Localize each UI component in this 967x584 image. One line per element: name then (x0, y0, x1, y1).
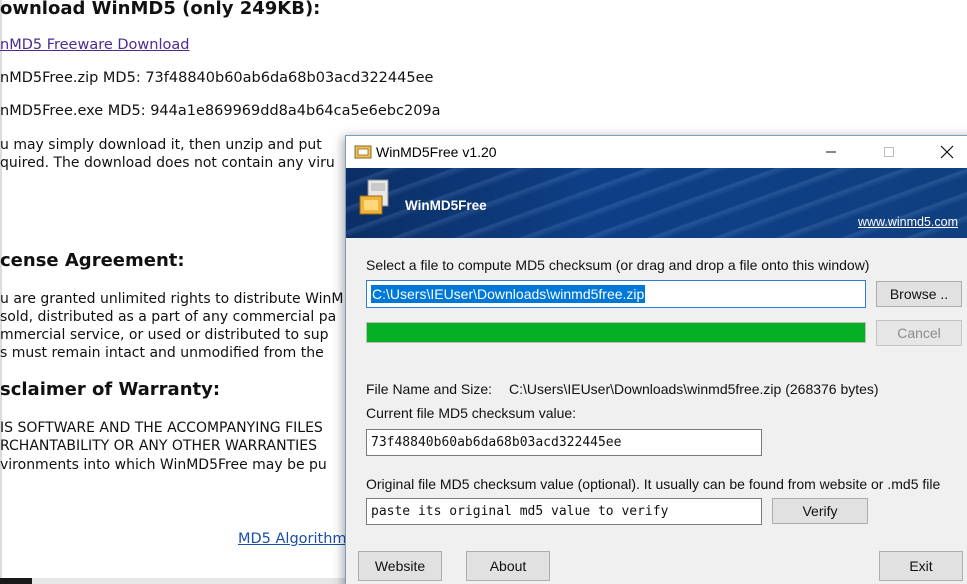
page-bottom-dark-segment (0, 578, 32, 584)
disclaimer-line-1: IS SOFTWARE AND THE ACCOMPANYING FILES (0, 420, 323, 436)
download-heading: ownload WinMD5 (only 249KB): (0, 0, 321, 19)
minimize-icon (826, 151, 836, 153)
file-name-size-label: File Name and Size: (366, 381, 493, 397)
description-line-2: quired. The download does not contain an… (0, 155, 335, 171)
minimize-button[interactable] (808, 136, 854, 168)
file-path-input[interactable]: C:\Users\IEUser\Downloads\winmd5free.zip (366, 280, 866, 308)
disclaimer-line-2: RCHANTABILITY OR ANY OTHER WARRANTIES (0, 438, 318, 454)
exe-md5-line: nMD5Free.exe MD5: 944a1e869969dd8a4b64ca… (0, 103, 441, 119)
exit-button[interactable]: Exit (879, 551, 963, 581)
about-button[interactable]: About (466, 551, 550, 581)
maximize-button[interactable] (866, 136, 912, 168)
website-button[interactable]: Website (358, 551, 442, 581)
license-heading: cense Agreement: (0, 250, 185, 271)
progress-bar-fill (367, 323, 865, 342)
current-md5-label: Current file MD5 checksum value: (366, 405, 577, 421)
file-name-size-value: C:\Users\IEUser\Downloads\winmd5free.zip… (509, 381, 879, 397)
cancel-button[interactable]: Cancel (876, 320, 962, 346)
select-file-label: Select a file to compute MD5 checksum (o… (366, 257, 870, 273)
banner-app-name: WinMD5Free (405, 198, 487, 213)
maximize-icon (884, 147, 894, 157)
winmd5free-window: WinMD5Free v1.20 WinMD5Free www.winmd5.c… (345, 135, 967, 584)
freeware-download-link[interactable]: nMD5 Freeware Download (0, 37, 189, 53)
disclaimer-heading: sclaimer of Warranty: (0, 379, 221, 400)
current-md5-field[interactable]: 73f48840b60ab6da68b03acd322445ee (366, 429, 762, 456)
license-line-1: u are granted unlimited rights to distri… (0, 291, 344, 307)
winmd5-logo-icon (359, 179, 389, 215)
description-line-1: u may simply download it, then unzip and… (0, 137, 322, 153)
header-banner: WinMD5Free www.winmd5.com (346, 168, 967, 238)
title-bar[interactable]: WinMD5Free v1.20 (346, 136, 967, 168)
banner-website-link[interactable]: www.winmd5.com (858, 215, 958, 229)
close-icon (940, 145, 954, 159)
license-line-2: sold, distributed as a part of any comme… (0, 309, 337, 325)
progress-bar (366, 322, 866, 343)
disclaimer-line-3: vironments into which WinMD5Free may be … (0, 457, 327, 473)
winmd5-app-icon (354, 145, 372, 159)
verify-button[interactable]: Verify (772, 498, 868, 524)
zip-md5-line: nMD5Free.zip MD5: 73f48840b60ab6da68b03a… (0, 70, 434, 86)
license-line-4: s must remain intact and unmodified from… (0, 345, 324, 361)
md5-algorithm-link[interactable]: MD5 Algorithm (238, 531, 347, 547)
close-button[interactable] (924, 136, 967, 168)
license-line-3: mmercial service, or used or distributed… (0, 327, 329, 343)
page-bottom-bar (0, 578, 345, 584)
file-path-selected-text: C:\Users\IEUser\Downloads\winmd5free.zip (371, 285, 646, 303)
window-title: WinMD5Free v1.20 (376, 144, 497, 160)
original-md5-input[interactable]: paste its original md5 value to verify (366, 498, 762, 525)
browse-button[interactable]: Browse .. (876, 281, 962, 307)
original-md5-label: Original file MD5 checksum value (option… (366, 476, 941, 492)
